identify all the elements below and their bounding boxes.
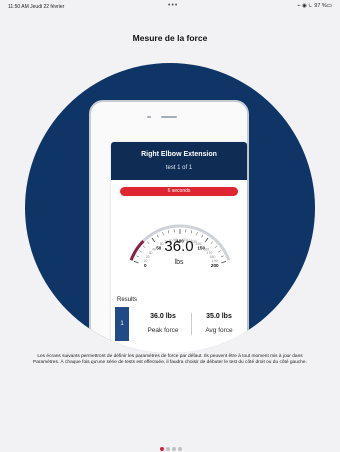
- gauge-tick: [139, 250, 143, 253]
- status-indicators: ⌁ ◉ ⏾ 97 %▭: [297, 3, 332, 9]
- gauge-tick: [133, 260, 139, 264]
- avg-force-label: Avg force: [205, 327, 233, 334]
- hero-illustration: Right Elbow Extension test 1 of 1 6 seco…: [25, 63, 315, 353]
- gauge-tick: [162, 232, 164, 236]
- result-row: 1 36.0 lbs Peak force 35.0 lbs Avg force: [115, 307, 243, 341]
- peak-force-value: 36.0 lbs: [150, 313, 176, 320]
- page-indicator[interactable]: [160, 447, 184, 452]
- test-name: Right Elbow Extension: [141, 151, 217, 158]
- description-text: Les écrans suivants permettront de défin…: [33, 354, 307, 366]
- page-dot[interactable]: [178, 447, 182, 451]
- test-count: test 1 of 1: [165, 165, 193, 171]
- timer-bar: 6 seconds: [120, 187, 238, 196]
- gauge-tick: [221, 260, 227, 264]
- gauge-tick: [147, 241, 150, 244]
- gauge-tick: [210, 241, 213, 244]
- gauge-tick: [167, 230, 170, 234]
- result-index: 1: [115, 307, 129, 341]
- gauge-tick: [220, 255, 224, 258]
- phone-frame-illustration: Right Elbow Extension test 1 of 1 6 seco…: [89, 100, 249, 353]
- page-title: Mesure de la force: [132, 33, 208, 43]
- gauge-tick-label: 10: [143, 259, 147, 263]
- gauge-tick: [142, 245, 146, 249]
- gauge-tick-label: 200: [211, 263, 219, 268]
- phone-camera-icon: [147, 116, 151, 118]
- page-dot[interactable]: [160, 447, 164, 451]
- page-dot[interactable]: [166, 447, 170, 451]
- multitasking-dots-icon[interactable]: •••: [168, 2, 178, 9]
- status-time-date: 11:50 AM Jeudi 22 février: [8, 4, 65, 10]
- gauge-tick: [201, 234, 204, 238]
- avg-force-value: 35.0 lbs: [206, 313, 232, 320]
- result-divider: [191, 313, 192, 335]
- gauge-tick: [190, 230, 193, 234]
- status-bar: 11:50 AM Jeudi 22 février ••• ⌁ ◉ ⏾ 97 %…: [0, 0, 340, 14]
- gauge-tick: [217, 250, 221, 253]
- gauge-value: 36.0: [164, 238, 194, 255]
- force-test-card: Right Elbow Extension test 1 of 1 6 seco…: [111, 142, 247, 353]
- results-label: Results: [117, 297, 138, 303]
- peak-force-label: Peak force: [147, 327, 179, 334]
- gauge-tick: [136, 255, 140, 258]
- phone-speaker-icon: [161, 116, 177, 118]
- gauge-tick-label: 20: [146, 255, 150, 259]
- page-dot[interactable]: [172, 447, 176, 451]
- test-header: Right Elbow Extension test 1 of 1: [111, 142, 247, 180]
- gauge-tick: [196, 232, 198, 236]
- gauge-tick: [214, 245, 218, 249]
- gauge-tick: [156, 234, 159, 238]
- gauge-unit: lbs: [174, 259, 184, 266]
- gauge-tick-label: 0: [144, 263, 147, 268]
- gauge-fill: [129, 240, 145, 261]
